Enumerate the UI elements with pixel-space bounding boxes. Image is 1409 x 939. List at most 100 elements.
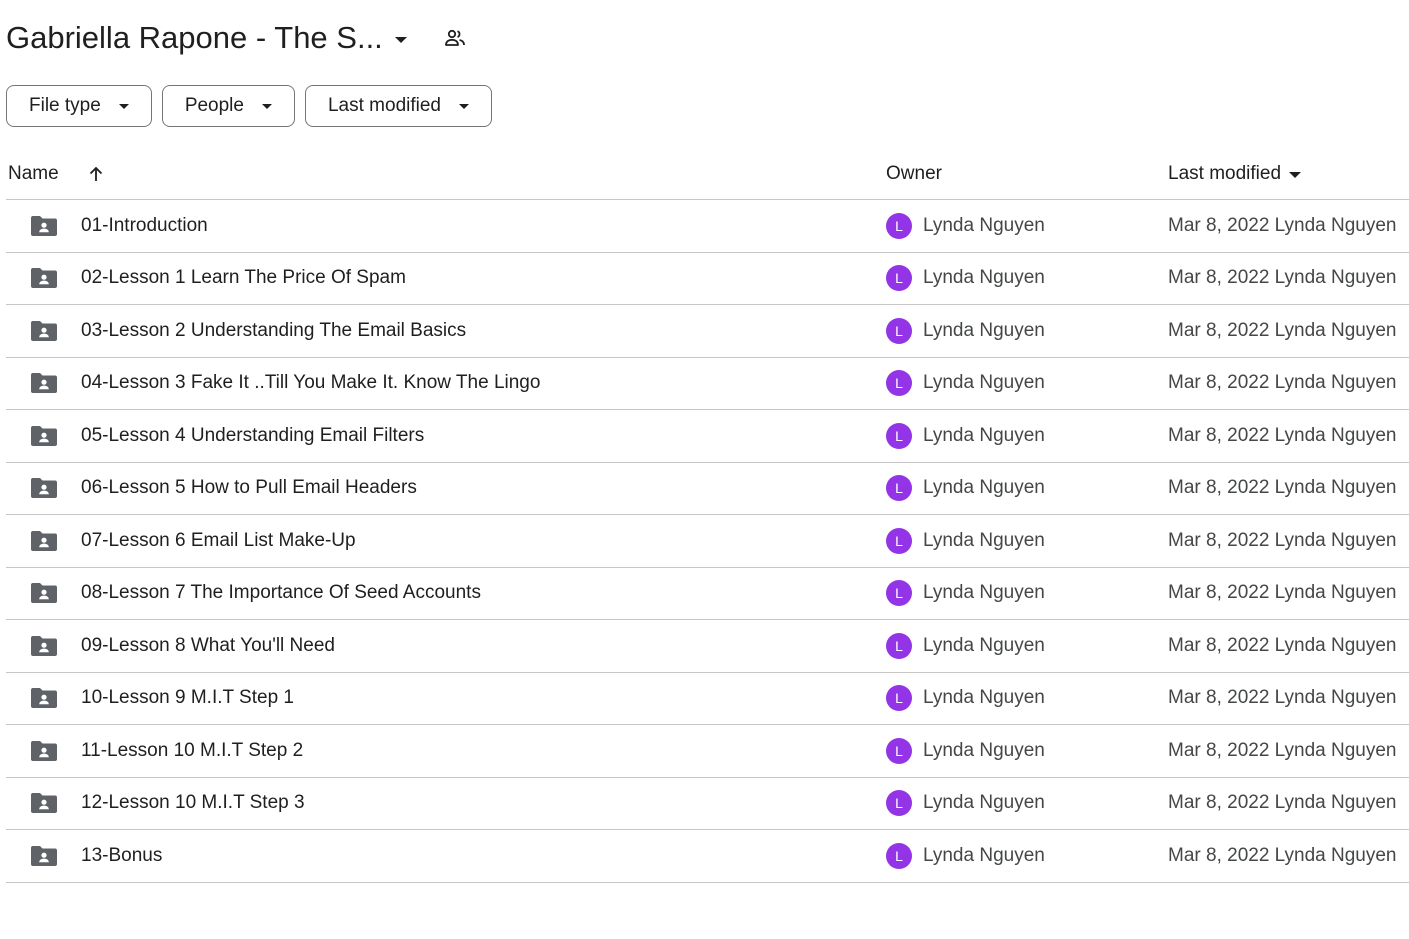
last-modified-cell: Mar 8, 2022 Lynda Nguyen [1168, 687, 1397, 709]
file-name[interactable]: 09-Lesson 8 What You'll Need [81, 635, 335, 657]
folder-header: Gabriella Rapone - The S... [6, 14, 467, 62]
shared-folder-icon [6, 215, 81, 237]
last-modified-cell: Mar 8, 2022 Lynda Nguyen [1168, 477, 1397, 499]
owner-name: Lynda Nguyen [923, 687, 1045, 709]
filter-label: File type [29, 95, 101, 116]
file-name[interactable]: 07-Lesson 6 Email List Make-Up [81, 530, 356, 552]
owner-cell: L Lynda Nguyen [886, 790, 1168, 817]
owner-name: Lynda Nguyen [923, 792, 1045, 814]
owner-name: Lynda Nguyen [923, 319, 1045, 341]
name-cell: 01-Introduction [6, 215, 886, 237]
avatar: L [886, 842, 912, 869]
column-owner: Owner [886, 162, 942, 184]
owner-name: Lynda Nguyen [923, 582, 1045, 604]
owner-name: Lynda Nguyen [923, 634, 1045, 656]
avatar: L [886, 265, 912, 292]
last-modified-cell: Mar 8, 2022 Lynda Nguyen [1168, 792, 1397, 814]
owner-cell: L Lynda Nguyen [886, 317, 1168, 344]
folder-title[interactable]: Gabriella Rapone - The S... [6, 20, 383, 56]
shared-folder-icon [6, 582, 81, 604]
filter-label: Last modified [327, 95, 441, 116]
avatar: L [886, 632, 912, 659]
chevron-down-icon [459, 103, 469, 109]
filter-label: People [184, 95, 244, 116]
filter-people[interactable]: People [161, 85, 295, 127]
table-row[interactable]: 07-Lesson 6 Email List Make-Up L Lynda N… [6, 515, 1409, 568]
people-icon[interactable] [443, 26, 467, 50]
file-name[interactable]: 01-Introduction [81, 215, 208, 237]
owner-cell: L Lynda Nguyen [886, 685, 1168, 712]
file-name[interactable]: 11-Lesson 10 M.I.T Step 2 [81, 740, 303, 762]
name-cell: 05-Lesson 4 Understanding Email Filters [6, 425, 886, 447]
owner-cell: L Lynda Nguyen [886, 737, 1168, 764]
table-row[interactable]: 11-Lesson 10 M.I.T Step 2 L Lynda Nguyen… [6, 725, 1409, 778]
shared-folder-icon [6, 477, 81, 499]
shared-folder-icon [6, 687, 81, 709]
filter-last-modified[interactable]: Last modified [304, 85, 492, 127]
name-cell: 08-Lesson 7 The Importance Of Seed Accou… [6, 582, 886, 604]
table-row[interactable]: 04-Lesson 3 Fake It ..Till You Make It. … [6, 358, 1409, 410]
owner-name: Lynda Nguyen [923, 424, 1045, 446]
table-row[interactable]: 09-Lesson 8 What You'll Need L Lynda Ngu… [6, 620, 1409, 673]
file-name[interactable]: 02-Lesson 1 Learn The Price Of Spam [81, 267, 406, 289]
file-name[interactable]: 08-Lesson 7 The Importance Of Seed Accou… [81, 582, 481, 604]
last-modified-cell: Mar 8, 2022 Lynda Nguyen [1168, 529, 1397, 551]
file-name[interactable]: 06-Lesson 5 How to Pull Email Headers [81, 477, 417, 499]
file-name[interactable]: 13-Bonus [81, 845, 162, 867]
shared-folder-icon [6, 320, 81, 342]
column-last-modified[interactable]: Last modified [1168, 162, 1302, 185]
arrow-drop-down-icon[interactable] [394, 37, 407, 43]
chevron-down-icon [118, 103, 129, 109]
shared-folder-icon [6, 267, 81, 289]
avatar: L [886, 475, 912, 502]
table-row[interactable]: 01-Introduction L Lynda Nguyen Mar 8, 20… [6, 200, 1409, 253]
last-modified-cell: Mar 8, 2022 Lynda Nguyen [1168, 739, 1397, 761]
arrow-upward-icon[interactable] [87, 165, 105, 183]
table-row[interactable]: 10-Lesson 9 M.I.T Step 1 L Lynda Nguyen … [6, 673, 1409, 725]
owner-cell: L Lynda Nguyen [886, 212, 1168, 239]
owner-cell: L Lynda Nguyen [886, 370, 1168, 397]
file-name[interactable]: 03-Lesson 2 Understanding The Email Basi… [81, 320, 466, 342]
avatar: L [886, 422, 912, 449]
table-row[interactable]: 13-Bonus L Lynda Nguyen Mar 8, 2022 Lynd… [6, 830, 1409, 883]
shared-folder-icon [6, 372, 81, 394]
file-name[interactable]: 05-Lesson 4 Understanding Email Filters [81, 425, 424, 447]
owner-cell: L Lynda Nguyen [886, 265, 1168, 292]
file-name[interactable]: 04-Lesson 3 Fake It ..Till You Make It. … [81, 372, 540, 394]
owner-cell: L Lynda Nguyen [886, 580, 1168, 607]
owner-name: Lynda Nguyen [923, 477, 1045, 499]
shared-folder-icon [6, 792, 81, 814]
table-row[interactable]: 08-Lesson 7 The Importance Of Seed Accou… [6, 568, 1409, 620]
owner-name: Lynda Nguyen [923, 739, 1045, 761]
owner-name: Lynda Nguyen [923, 529, 1045, 551]
owner-cell: L Lynda Nguyen [886, 475, 1168, 502]
name-cell: 04-Lesson 3 Fake It ..Till You Make It. … [6, 372, 886, 394]
shared-folder-icon [6, 740, 81, 762]
avatar: L [886, 580, 912, 607]
last-modified-cell: Mar 8, 2022 Lynda Nguyen [1168, 372, 1397, 394]
arrow-drop-down-icon [1289, 171, 1302, 178]
table-row[interactable]: 02-Lesson 1 Learn The Price Of Spam L Ly… [6, 253, 1409, 305]
name-cell: 06-Lesson 5 How to Pull Email Headers [6, 477, 886, 499]
last-modified-cell: Mar 8, 2022 Lynda Nguyen [1168, 424, 1397, 446]
file-name[interactable]: 10-Lesson 9 M.I.T Step 1 [81, 687, 294, 709]
last-modified-cell: Mar 8, 2022 Lynda Nguyen [1168, 634, 1397, 656]
last-modified-cell: Mar 8, 2022 Lynda Nguyen [1168, 267, 1397, 289]
shared-folder-icon [6, 425, 81, 447]
table-row[interactable]: 05-Lesson 4 Understanding Email Filters … [6, 410, 1409, 463]
column-last-modified-label: Last modified [1168, 162, 1282, 184]
file-list-header: Name Owner Last modified [6, 148, 1409, 200]
last-modified-cell: Mar 8, 2022 Lynda Nguyen [1168, 582, 1397, 604]
file-name[interactable]: 12-Lesson 10 M.I.T Step 3 [81, 792, 305, 814]
filter-file-type[interactable]: File type [6, 85, 152, 127]
name-cell: 11-Lesson 10 M.I.T Step 2 [6, 740, 886, 762]
table-row[interactable]: 12-Lesson 10 M.I.T Step 3 L Lynda Nguyen… [6, 778, 1409, 830]
column-name-label[interactable]: Name [8, 163, 59, 185]
owner-name: Lynda Nguyen [923, 214, 1045, 236]
table-row[interactable]: 03-Lesson 2 Understanding The Email Basi… [6, 305, 1409, 358]
avatar: L [886, 527, 912, 554]
table-row[interactable]: 06-Lesson 5 How to Pull Email Headers L … [6, 463, 1409, 515]
avatar: L [886, 790, 912, 817]
chevron-down-icon [261, 103, 272, 109]
name-cell: 10-Lesson 9 M.I.T Step 1 [6, 687, 886, 709]
